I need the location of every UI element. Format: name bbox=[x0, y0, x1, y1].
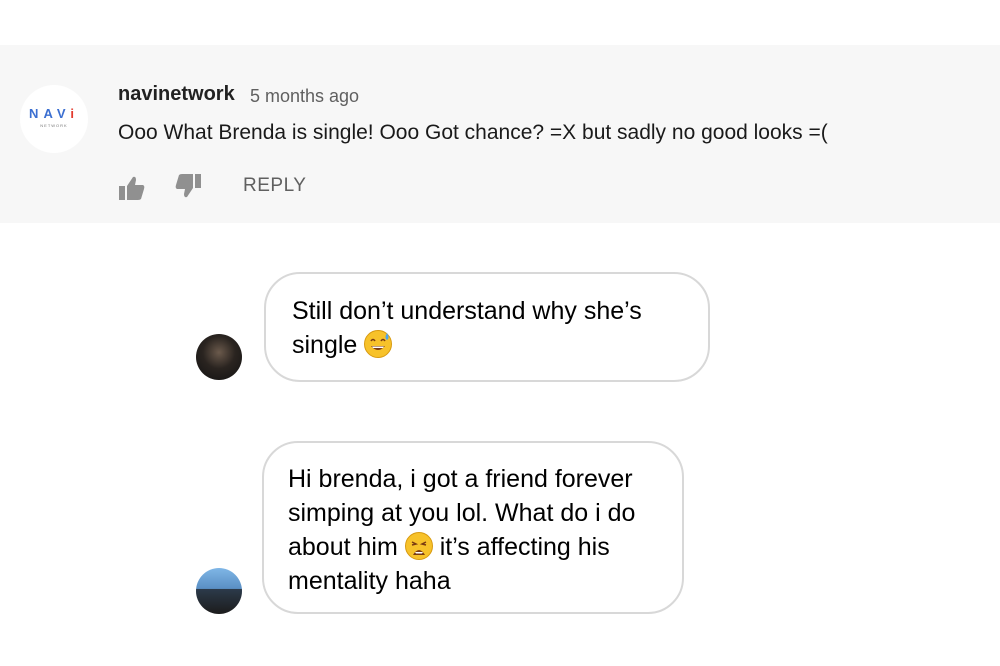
channel-avatar[interactable]: NAVi NETWORK bbox=[20, 85, 88, 153]
navi-logo-subtext: NETWORK bbox=[40, 123, 68, 128]
message-line: Still don’t understand why she’s bbox=[292, 297, 642, 325]
weary-face-emoji-icon bbox=[404, 532, 433, 560]
message-line: Hi brenda, i got a friend forever bbox=[288, 465, 633, 493]
message-text: it’s affecting his bbox=[439, 533, 610, 561]
message-line: mentality haha bbox=[288, 567, 451, 595]
message-text: about him bbox=[288, 533, 398, 561]
sender-avatar[interactable] bbox=[196, 334, 242, 380]
thumbs-up-icon[interactable] bbox=[118, 175, 146, 201]
message-text: single bbox=[292, 331, 358, 359]
chat-bubble: Hi brenda, i got a friend forever simpin… bbox=[262, 441, 684, 614]
sender-avatar[interactable] bbox=[196, 568, 242, 614]
navi-logo-letters: NAVi bbox=[29, 106, 79, 121]
message-line: simping at you lol. What do i do bbox=[288, 499, 636, 527]
comment-timestamp[interactable]: 5 months ago bbox=[250, 86, 359, 107]
comment-username[interactable]: navinetwork bbox=[118, 83, 235, 106]
message-line: single bbox=[292, 328, 682, 362]
youtube-comment-panel: NAVi NETWORK navinetwork 5 months ago Oo… bbox=[0, 45, 1000, 223]
chat-bubble: Still don’t understand why she’s single bbox=[264, 272, 710, 382]
grinning-sweat-emoji-icon bbox=[364, 330, 393, 358]
comment-text: Ooo What Brenda is single! Ooo Got chanc… bbox=[118, 121, 828, 144]
thumbs-down-icon[interactable] bbox=[174, 173, 202, 199]
message-line: about him it’s affecting his bbox=[288, 530, 658, 564]
reply-button[interactable]: REPLY bbox=[243, 175, 306, 197]
